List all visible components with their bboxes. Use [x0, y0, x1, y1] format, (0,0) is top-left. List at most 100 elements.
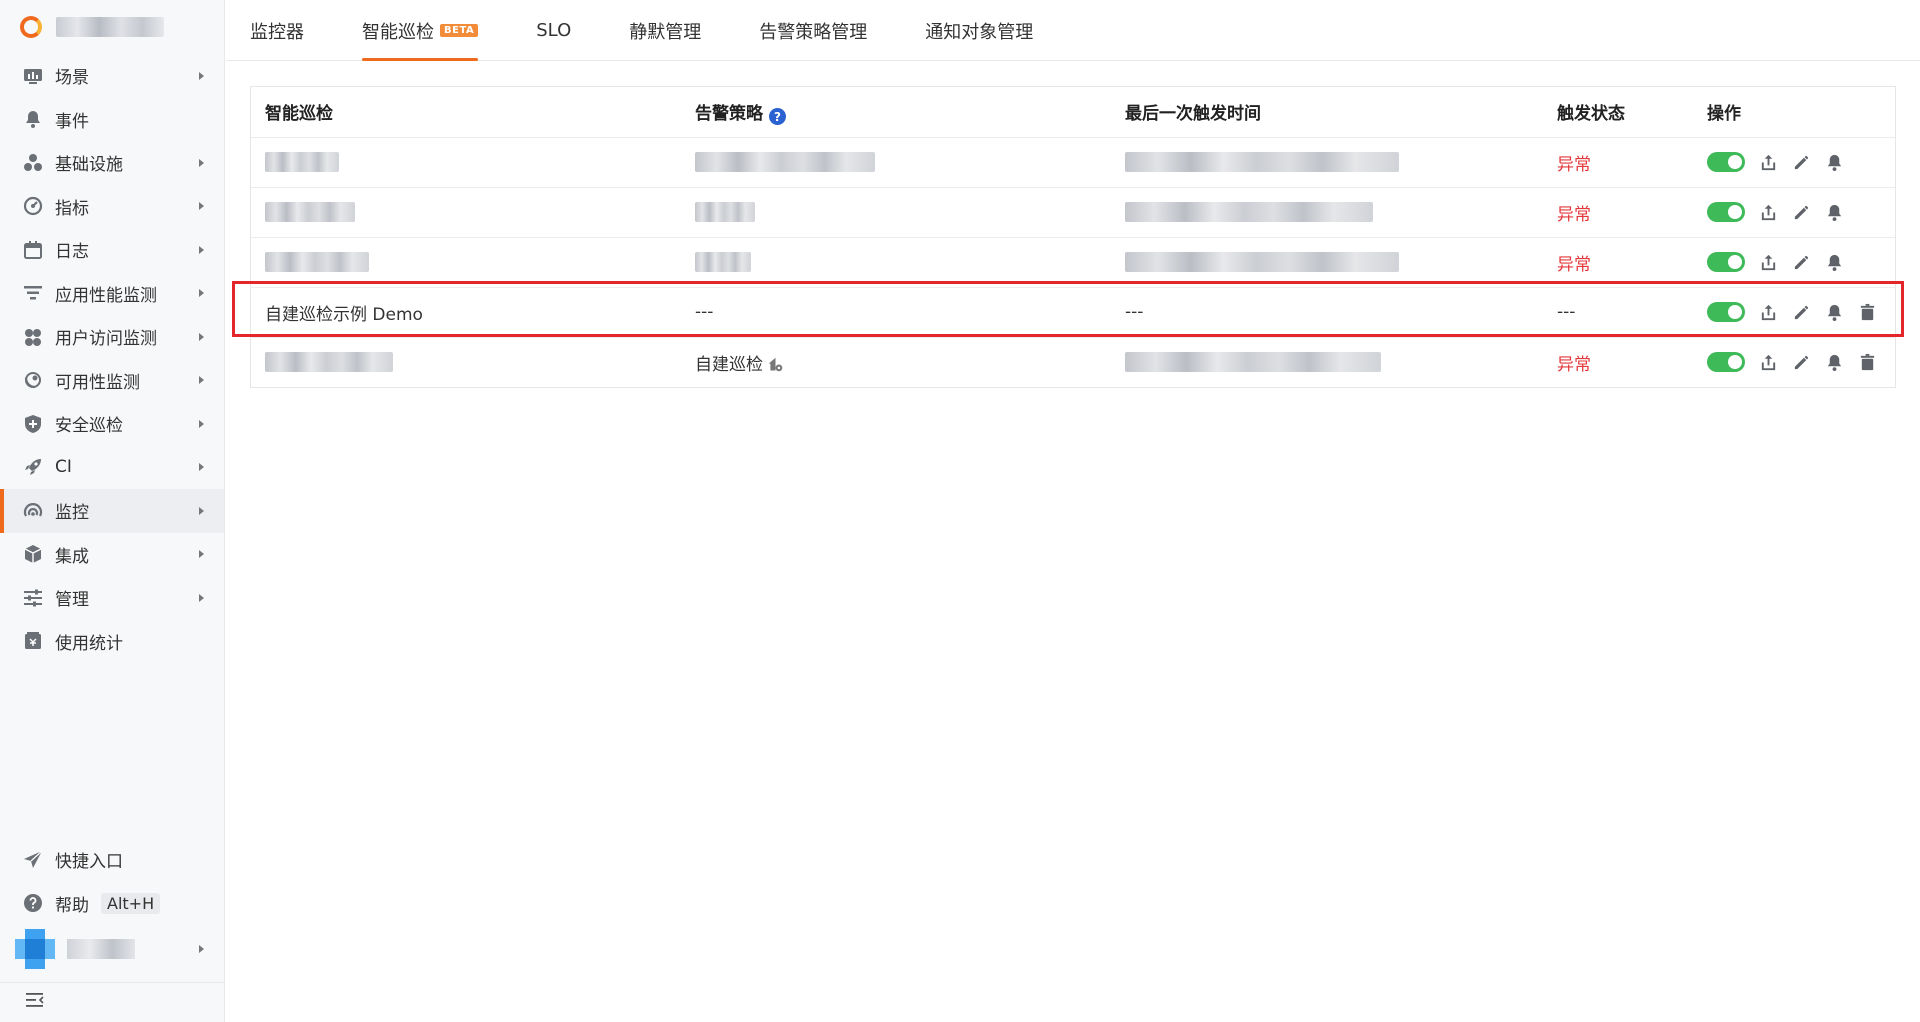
caret-right-icon	[199, 289, 204, 298]
sidebar-item-label: 日志	[55, 242, 89, 263]
sidebar-item-label: 安全巡检	[55, 416, 123, 437]
rocket-icon	[22, 456, 44, 478]
enable-toggle[interactable]	[1707, 152, 1745, 172]
gauge-icon	[22, 195, 44, 217]
export-icon[interactable]	[1759, 303, 1778, 322]
sidebar-item-synthetics[interactable]: 可用性监测	[0, 359, 224, 403]
mute-bell-icon[interactable]	[1825, 203, 1844, 222]
sidebar-item-label: 场景	[55, 68, 89, 89]
mute-bell-icon[interactable]	[1825, 153, 1844, 172]
brand-logo-icon	[20, 16, 42, 38]
redacted-text	[1125, 152, 1399, 172]
quick-entry-button[interactable]: 快捷入口	[0, 838, 224, 882]
enable-toggle[interactable]	[1707, 302, 1745, 322]
paper-plane-icon	[22, 849, 44, 871]
sidebar-item-apm[interactable]: 应用性能监测	[0, 272, 224, 316]
table-row[interactable]: 自建巡检示例 Demo --- --- ---	[251, 287, 1895, 338]
sidebar-item-label: 基础设施	[55, 155, 123, 176]
sidebar-item-security[interactable]: 安全巡检	[0, 402, 224, 446]
mute-bell-icon[interactable]	[1825, 353, 1844, 372]
tab-alert-policy-management[interactable]: 告警策略管理	[759, 0, 867, 61]
sidebar-item-logs[interactable]: 日志	[0, 228, 224, 272]
user-menu[interactable]	[0, 925, 224, 973]
tab-monitors[interactable]: 监控器	[250, 0, 304, 61]
mute-bell-icon[interactable]	[1825, 253, 1844, 272]
export-icon[interactable]	[1759, 153, 1778, 172]
sidebar-item-integration[interactable]: 集成	[0, 533, 224, 577]
export-icon[interactable]	[1759, 253, 1778, 272]
tab-intelligent-inspection[interactable]: 智能巡检 BETA	[362, 0, 479, 61]
edit-icon[interactable]	[1792, 253, 1811, 272]
export-icon[interactable]	[1759, 203, 1778, 222]
export-icon[interactable]	[1759, 353, 1778, 372]
edit-icon[interactable]	[1792, 153, 1811, 172]
sidebar-item-infrastructure[interactable]: 基础设施	[0, 141, 224, 185]
cell-last-trigger-time	[1111, 187, 1543, 238]
status-text: 异常	[1557, 154, 1591, 175]
sidebar-item-ci[interactable]: CI	[0, 446, 224, 490]
status-text: 异常	[1557, 354, 1591, 375]
delete-icon[interactable]	[1858, 303, 1877, 322]
sidebar-item-events[interactable]: 事件	[0, 98, 224, 142]
tab-slo[interactable]: SLO	[536, 0, 571, 61]
mute-bell-icon[interactable]	[1825, 303, 1844, 322]
table-row[interactable]: 自建巡检 异常	[251, 337, 1895, 387]
calendar-icon	[22, 239, 44, 261]
delete-icon[interactable]	[1858, 353, 1877, 372]
cell-name[interactable]	[251, 137, 681, 188]
table-row[interactable]: 异常	[251, 237, 1895, 288]
edit-icon[interactable]	[1792, 303, 1811, 322]
cell-name[interactable]	[251, 187, 681, 238]
redacted-text	[695, 202, 755, 222]
tab-notification-target-management[interactable]: 通知对象管理	[925, 0, 1033, 61]
sidebar-item-label: 指标	[55, 198, 89, 219]
help-button[interactable]: 帮助 Alt+H	[0, 882, 224, 926]
brand[interactable]	[0, 0, 224, 54]
sidebar-item-label: 监控	[55, 503, 89, 524]
help-circle-icon[interactable]: ?	[769, 108, 786, 125]
enable-toggle[interactable]	[1707, 202, 1745, 222]
sliders-icon	[22, 587, 44, 609]
cell-actions	[1693, 237, 1895, 288]
beta-badge: BETA	[440, 24, 479, 37]
sidebar-item-scene[interactable]: 场景	[0, 54, 224, 98]
alert-policy-text: ---	[695, 302, 714, 322]
monitor-tabs: 监控器 智能巡检 BETA SLO 静默管理 告警策略管理 通知对象管理	[226, 0, 1920, 61]
table-row[interactable]: 异常	[251, 137, 1895, 188]
cell-trigger-status: 异常	[1543, 337, 1693, 387]
bell-icon	[22, 108, 44, 130]
table-body: 异常 异常 异常 自建巡检示例 Demo --- --- --- 自建巡检 异常	[251, 137, 1895, 387]
sidebar-item-monitoring[interactable]: 监控	[0, 489, 224, 533]
cell-name[interactable]	[251, 237, 681, 288]
enable-toggle[interactable]	[1707, 352, 1745, 373]
redacted-text	[265, 252, 369, 272]
action-group	[1707, 152, 1895, 172]
sidebar-item-billing[interactable]: 使用统计	[0, 620, 224, 664]
cube-icon	[22, 543, 44, 565]
table-row[interactable]: 异常	[251, 187, 1895, 238]
filter-icon	[22, 282, 44, 304]
enable-toggle[interactable]	[1707, 252, 1745, 272]
avatar	[15, 929, 55, 969]
cell-alert-policy: 自建巡检	[681, 337, 1111, 387]
sidebar-item-management[interactable]: 管理	[0, 576, 224, 620]
billing-icon	[22, 630, 44, 652]
cell-name[interactable]	[251, 337, 681, 387]
tab-label: 监控器	[250, 21, 304, 43]
edit-icon[interactable]	[1792, 203, 1811, 222]
cell-alert-policy	[681, 237, 1111, 288]
column-header-actions: 操作	[1693, 87, 1895, 138]
sidebar-item-label: 事件	[55, 111, 89, 132]
edit-icon[interactable]	[1792, 353, 1811, 372]
tab-mute-management[interactable]: 静默管理	[629, 0, 701, 61]
cell-name[interactable]: 自建巡检示例 Demo	[251, 287, 681, 338]
alert-policy-text: 自建巡检	[695, 354, 763, 375]
cell-actions	[1693, 287, 1895, 338]
inspection-name: 自建巡检示例 Demo	[265, 304, 423, 325]
sidebar-item-rum[interactable]: 用户访问监测	[0, 315, 224, 359]
action-group	[1707, 252, 1895, 272]
collapse-sidebar-button[interactable]	[0, 982, 224, 1022]
workspace-name-redacted	[56, 17, 164, 37]
sidebar-item-metrics[interactable]: 指标	[0, 185, 224, 229]
table-header-row: 智能巡检 告警策略? 最后一次触发时间 触发状态 操作	[251, 87, 1895, 138]
